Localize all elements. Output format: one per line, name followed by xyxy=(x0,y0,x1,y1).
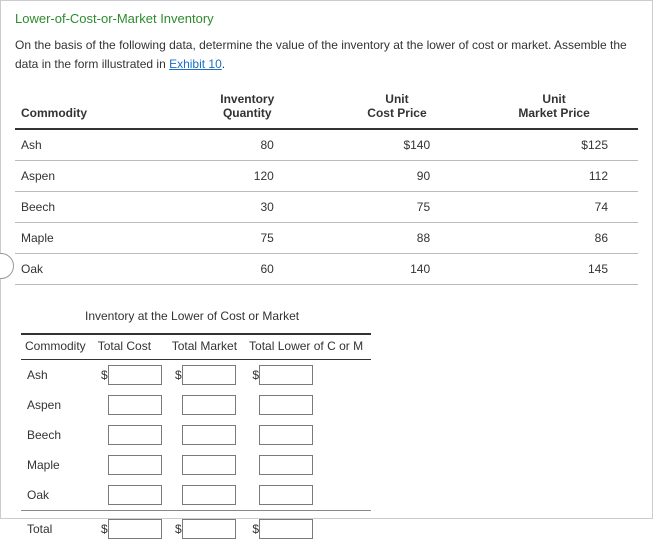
input-total-cost[interactable] xyxy=(108,425,162,445)
cell-mkt: 145 xyxy=(470,254,638,285)
input-total-market[interactable] xyxy=(182,455,236,475)
dollar-sign: $ xyxy=(100,368,108,382)
prev-nav-circle[interactable] xyxy=(0,253,14,279)
input-total-market-sum[interactable] xyxy=(182,519,236,539)
cell-mkt: 112 xyxy=(470,161,638,192)
input-total-lower[interactable] xyxy=(259,365,313,385)
input-total-market[interactable] xyxy=(182,365,236,385)
input-total-lower[interactable] xyxy=(259,395,313,415)
entry-row-label: Aspen xyxy=(21,390,94,420)
col-commodity: Commodity xyxy=(15,88,171,129)
cell-cost: 75 xyxy=(324,192,470,223)
entry-row: Oak xyxy=(21,480,371,511)
input-total-cost-sum[interactable] xyxy=(108,519,162,539)
table-row: Ash 80 $140 $125 xyxy=(15,129,638,161)
input-total-lower-sum[interactable] xyxy=(259,519,313,539)
cell-name: Aspen xyxy=(15,161,171,192)
dollar-sign: $ xyxy=(251,368,259,382)
cell-cost: 88 xyxy=(324,223,470,254)
entry-total-label: Total xyxy=(21,511,94,544)
page-title: Lower-of-Cost-or-Market Inventory xyxy=(15,11,638,26)
col-cost-l2: Cost Price xyxy=(330,106,464,120)
exhibit-link[interactable]: Exhibit 10 xyxy=(169,57,222,71)
cell-qty: 120 xyxy=(171,161,324,192)
entry-row: Ash $ $ $ xyxy=(21,360,371,391)
col-qty: Inventory Quantity xyxy=(171,88,324,129)
cell-cost: 90 xyxy=(324,161,470,192)
entry-row: Maple xyxy=(21,450,371,480)
data-table: Commodity Inventory Quantity Unit Cost P… xyxy=(15,88,638,285)
dollar-sign: $ xyxy=(100,522,108,536)
cell-mkt: 86 xyxy=(470,223,638,254)
entry-total-row: Total $ $ $ xyxy=(21,511,371,544)
cell-name: Oak xyxy=(15,254,171,285)
input-total-market[interactable] xyxy=(182,425,236,445)
cell-cost: $140 xyxy=(324,129,470,161)
cell-name: Maple xyxy=(15,223,171,254)
input-total-market[interactable] xyxy=(182,395,236,415)
col-mkt: Unit Market Price xyxy=(470,88,638,129)
cell-qty: 60 xyxy=(171,254,324,285)
ecol-total-mkt: Total Market xyxy=(168,334,245,360)
col-cost: Unit Cost Price xyxy=(324,88,470,129)
cell-mkt: $125 xyxy=(470,129,638,161)
table-row: Aspen 120 90 112 xyxy=(15,161,638,192)
col-qty-l2: Quantity xyxy=(177,106,318,120)
cell-qty: 30 xyxy=(171,192,324,223)
input-total-lower[interactable] xyxy=(259,455,313,475)
instructions-text: On the basis of the following data, dete… xyxy=(15,38,627,71)
dollar-sign: $ xyxy=(251,522,259,536)
entry-table-title: Inventory at the Lower of Cost or Market xyxy=(85,309,638,323)
entry-row: Aspen xyxy=(21,390,371,420)
entry-row-label: Maple xyxy=(21,450,94,480)
entry-table: Commodity Total Cost Total Market Total … xyxy=(21,333,371,544)
table-row: Oak 60 140 145 xyxy=(15,254,638,285)
ecol-total-cost: Total Cost xyxy=(94,334,168,360)
dollar-sign: $ xyxy=(174,522,182,536)
cell-qty: 80 xyxy=(171,129,324,161)
col-cost-l1: Unit xyxy=(330,92,464,106)
exercise-panel: Lower-of-Cost-or-Market Inventory On the… xyxy=(0,0,653,519)
dollar-sign: $ xyxy=(174,368,182,382)
ecol-commodity: Commodity xyxy=(21,334,94,360)
input-total-cost[interactable] xyxy=(108,365,162,385)
col-mkt-l1: Unit xyxy=(476,92,632,106)
input-total-market[interactable] xyxy=(182,485,236,505)
cell-name: Beech xyxy=(15,192,171,223)
col-qty-l1: Inventory xyxy=(177,92,318,106)
input-total-cost[interactable] xyxy=(108,395,162,415)
ecol-total-lower: Total Lower of C or M xyxy=(245,334,371,360)
input-total-cost[interactable] xyxy=(108,455,162,475)
entry-row-label: Ash xyxy=(21,360,94,391)
table-row: Maple 75 88 86 xyxy=(15,223,638,254)
col-mkt-l2: Market Price xyxy=(476,106,632,120)
instructions: On the basis of the following data, dete… xyxy=(15,36,638,74)
entry-row-label: Oak xyxy=(21,480,94,511)
input-total-lower[interactable] xyxy=(259,425,313,445)
cell-name: Ash xyxy=(15,129,171,161)
cell-qty: 75 xyxy=(171,223,324,254)
entry-row: Beech xyxy=(21,420,371,450)
table-row: Beech 30 75 74 xyxy=(15,192,638,223)
input-total-lower[interactable] xyxy=(259,485,313,505)
input-total-cost[interactable] xyxy=(108,485,162,505)
cell-mkt: 74 xyxy=(470,192,638,223)
entry-row-label: Beech xyxy=(21,420,94,450)
cell-cost: 140 xyxy=(324,254,470,285)
instructions-text-end: . xyxy=(222,57,225,71)
